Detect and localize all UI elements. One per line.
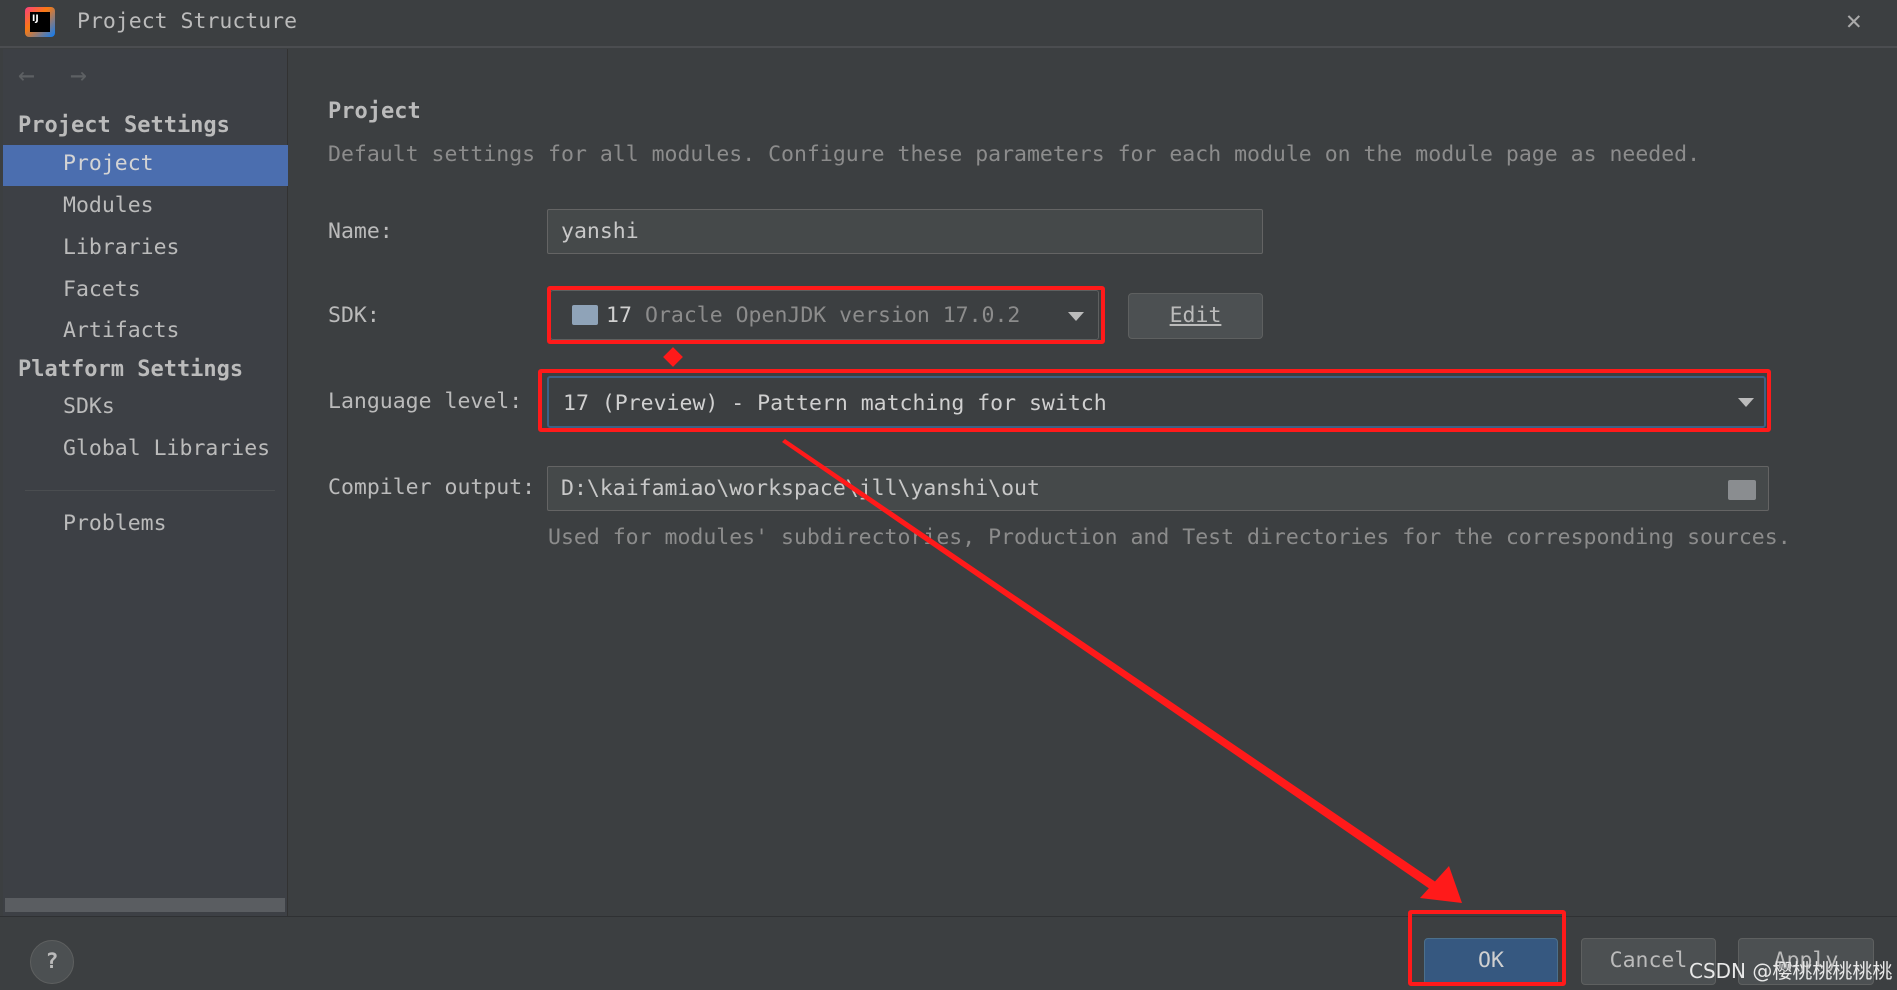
help-button[interactable]: ? [30,940,74,984]
arrow-shaft [782,439,1446,896]
annotation-arrow [782,439,1462,903]
watermark: CSDN @樱桃桃桃桃桃 [1689,959,1893,983]
ok-highlight [1408,910,1566,986]
